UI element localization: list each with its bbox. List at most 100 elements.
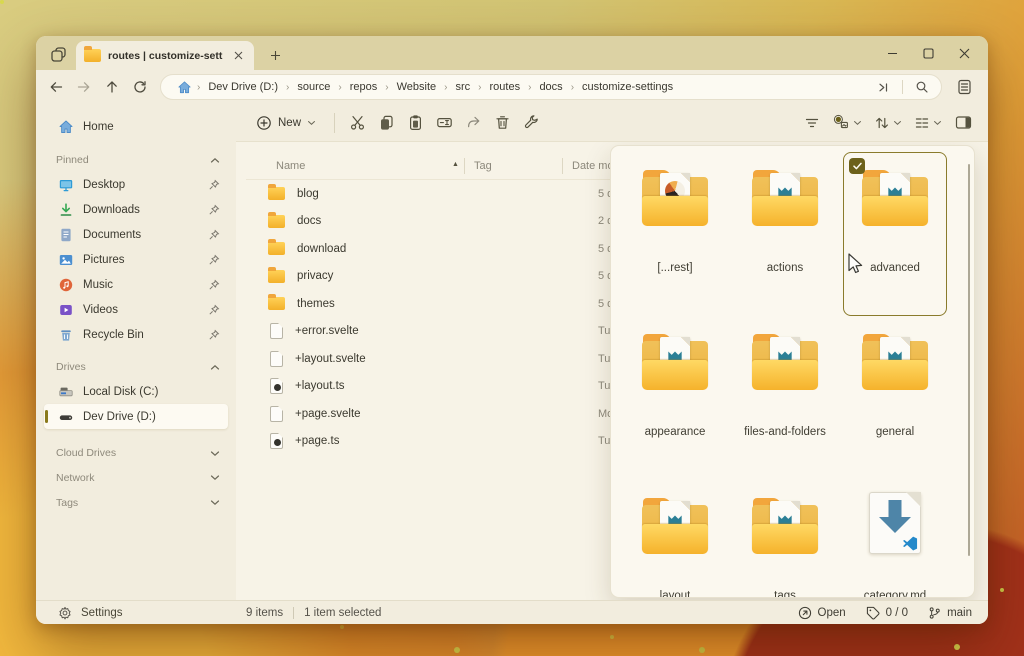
- overlapping-windows-icon: [51, 47, 66, 62]
- copy-button[interactable]: [372, 109, 401, 137]
- section-header-network[interactable]: Network: [44, 465, 228, 490]
- search-button[interactable]: [911, 76, 933, 98]
- clipboard-paste-icon: [407, 114, 424, 131]
- tab-overview-button[interactable]: [46, 42, 70, 66]
- sidebar-item-downloads[interactable]: Downloads: [44, 197, 228, 222]
- grid-item-general[interactable]: general: [843, 316, 947, 480]
- grid-item-appearance[interactable]: appearance: [623, 316, 727, 480]
- search-icon: [915, 80, 929, 94]
- grid-item-actions[interactable]: actions: [733, 152, 837, 316]
- column-header-tag[interactable]: Tag: [474, 152, 492, 180]
- back-button[interactable]: [42, 74, 70, 100]
- chevron-right-icon: ›: [569, 82, 576, 93]
- folder-icon: [268, 297, 285, 310]
- properties-button[interactable]: [517, 109, 546, 137]
- new-button[interactable]: New: [246, 109, 326, 137]
- sidebar-item-videos[interactable]: Videos: [44, 297, 228, 322]
- chevron-right-icon: ›: [476, 82, 483, 93]
- minimize-icon: [887, 48, 898, 59]
- section-header-cloud-drives[interactable]: Cloud Drives: [44, 441, 228, 465]
- breadcrumb-source[interactable]: source: [293, 79, 334, 95]
- git-branch-indicator[interactable]: main: [928, 606, 972, 620]
- breadcrumb-website[interactable]: Website: [393, 79, 441, 95]
- pin-icon[interactable]: [206, 302, 222, 318]
- grid-item-layout[interactable]: layout: [623, 480, 727, 598]
- grid-item-advanced-selected[interactable]: advanced: [843, 152, 947, 316]
- cut-button[interactable]: [343, 109, 372, 137]
- pin-icon[interactable]: [206, 177, 222, 193]
- tab-routes-customize-settings[interactable]: routes | customize-settings: [76, 41, 254, 70]
- file-list-area: Name ▲ Tag Date modified blog5 da docs2 …: [236, 142, 988, 600]
- pin-icon[interactable]: [206, 252, 222, 268]
- address-bar[interactable]: ›Dev Drive (D:) ›source ›repos ›Website …: [160, 74, 942, 100]
- open-button[interactable]: Open: [798, 606, 846, 620]
- git-changes-indicator[interactable]: 0 / 0: [866, 606, 908, 620]
- grid-item-tags[interactable]: tags: [733, 480, 837, 598]
- section-header-pinned[interactable]: Pinned: [44, 148, 228, 172]
- filter-button[interactable]: [797, 109, 826, 137]
- pin-icon[interactable]: [206, 227, 222, 243]
- column-header-name[interactable]: Name: [276, 152, 305, 180]
- settings-button[interactable]: Settings: [36, 606, 236, 620]
- panel-scrollbar[interactable]: [968, 164, 970, 556]
- layout-grid-icon: [914, 115, 930, 131]
- breadcrumb-dev-drive[interactable]: Dev Drive (D:): [204, 79, 282, 95]
- go-to-end-button[interactable]: [872, 76, 894, 98]
- sidebar-item-dev-drive-d[interactable]: Dev Drive (D:): [44, 404, 228, 429]
- sidebar-item-local-disk-c[interactable]: Local Disk (C:): [44, 379, 228, 404]
- breadcrumb-repos[interactable]: repos: [346, 79, 382, 95]
- rename-button[interactable]: [430, 109, 459, 137]
- pin-icon[interactable]: [206, 202, 222, 218]
- grid-item-files-and-folders[interactable]: files-and-folders: [733, 316, 837, 480]
- breadcrumb-src[interactable]: src: [452, 79, 475, 95]
- pin-icon[interactable]: [206, 277, 222, 293]
- chevron-down-icon: [853, 120, 862, 126]
- sidebar-item-pictures[interactable]: Pictures: [44, 247, 228, 272]
- group-by-button[interactable]: [828, 109, 867, 137]
- breadcrumb-customize-settings[interactable]: customize-settings: [578, 79, 677, 95]
- delete-button[interactable]: [488, 109, 517, 137]
- folder-icon: [752, 334, 818, 390]
- maximize-button[interactable]: [910, 36, 946, 70]
- sidebar-item-recycle-bin[interactable]: Recycle Bin: [44, 322, 228, 347]
- desktop-wallpaper: routes | customize-settings: [0, 0, 1024, 656]
- folder-icon: [862, 170, 928, 226]
- status-bar-actions: Open 0 / 0 main: [798, 606, 988, 620]
- toolbar: New: [236, 104, 988, 142]
- sidebar-item-documents[interactable]: Documents: [44, 222, 228, 247]
- path-list-button[interactable]: [950, 74, 978, 100]
- up-button[interactable]: [98, 74, 126, 100]
- pin-icon[interactable]: [206, 327, 222, 343]
- refresh-button[interactable]: [126, 74, 154, 100]
- sidebar-item-label: Home: [83, 121, 222, 133]
- preview-pane-button[interactable]: [949, 109, 978, 137]
- section-header-tags[interactable]: Tags: [44, 490, 228, 515]
- minimize-button[interactable]: [874, 36, 910, 70]
- forward-button[interactable]: [70, 74, 98, 100]
- share-button[interactable]: [459, 109, 488, 137]
- grid-item-rest[interactable]: [...rest]: [623, 152, 727, 316]
- breadcrumb-routes[interactable]: routes: [486, 79, 525, 95]
- section-header-drives[interactable]: Drives: [44, 355, 228, 379]
- close-button[interactable]: [946, 36, 982, 70]
- layout-view-button[interactable]: [909, 109, 947, 137]
- grid-item-category-md[interactable]: category.md: [843, 480, 947, 598]
- sort-button[interactable]: [869, 109, 907, 137]
- sidebar-item-home[interactable]: Home: [44, 114, 228, 140]
- chevron-up-icon: [210, 157, 220, 164]
- checkbox-checked-icon[interactable]: [849, 158, 865, 174]
- tab-close-button[interactable]: [230, 48, 246, 64]
- tab-folder-icon: [84, 49, 101, 62]
- paste-button[interactable]: [401, 109, 430, 137]
- address-row: ›Dev Drive (D:) ›source ›repos ›Website …: [36, 70, 988, 104]
- home-breadcrumb-icon[interactable]: [173, 76, 195, 98]
- sidebar-item-desktop[interactable]: Desktop: [44, 172, 228, 197]
- tag-icon: [866, 606, 880, 620]
- column-divider[interactable]: [464, 158, 465, 174]
- preview-pane-icon: [955, 115, 972, 130]
- breadcrumb-docs[interactable]: docs: [535, 79, 566, 95]
- sidebar-item-music[interactable]: Music: [44, 272, 228, 297]
- new-tab-button[interactable]: [262, 43, 288, 67]
- column-divider[interactable]: [562, 158, 563, 174]
- up-arrow-icon: [104, 79, 120, 95]
